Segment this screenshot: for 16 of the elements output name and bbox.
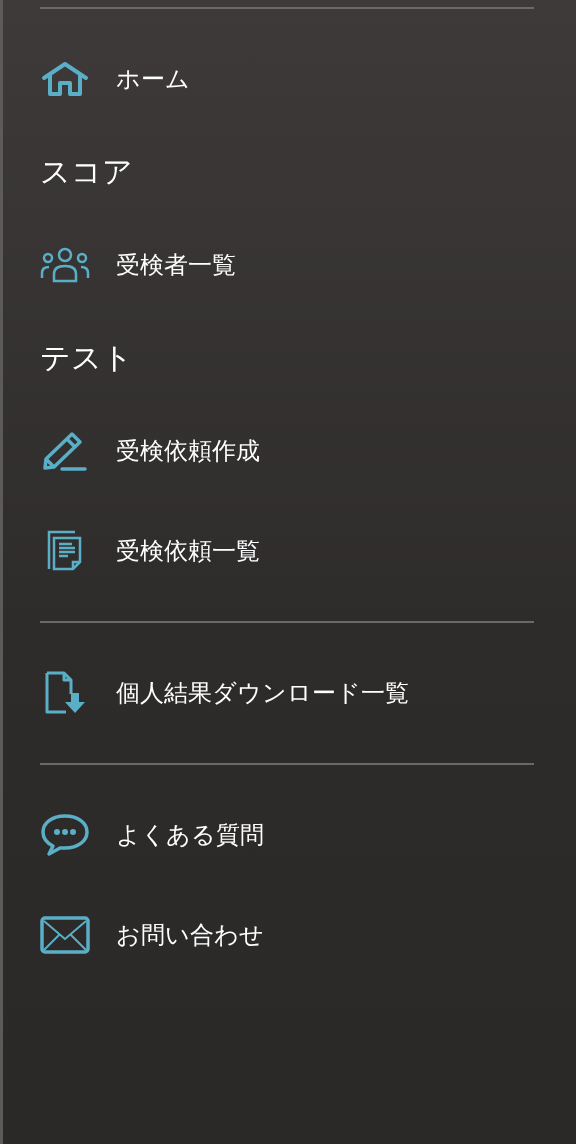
people-icon — [40, 247, 90, 283]
menu-item[interactable]: 受検者一覧 — [40, 215, 236, 315]
mail-icon — [40, 916, 90, 954]
menu-item[interactable]: お問い合わせ — [40, 885, 264, 985]
menu-item[interactable]: 受検依頼一覧 — [40, 501, 260, 601]
menu-item[interactable]: 個人結果ダウンロード一覧 — [40, 643, 409, 743]
chat-icon — [40, 813, 90, 857]
menu-item[interactable]: ホーム — [40, 29, 190, 129]
menu-item[interactable]: よくある質問 — [40, 785, 264, 885]
document-icon — [46, 529, 84, 573]
menu-item[interactable]: 受検依頼作成 — [40, 401, 260, 501]
pencil-icon — [42, 430, 88, 472]
section-heading: テスト — [40, 338, 133, 377]
section-heading: スコア — [40, 152, 133, 191]
file-download-icon — [44, 670, 86, 716]
home-icon — [41, 61, 89, 97]
